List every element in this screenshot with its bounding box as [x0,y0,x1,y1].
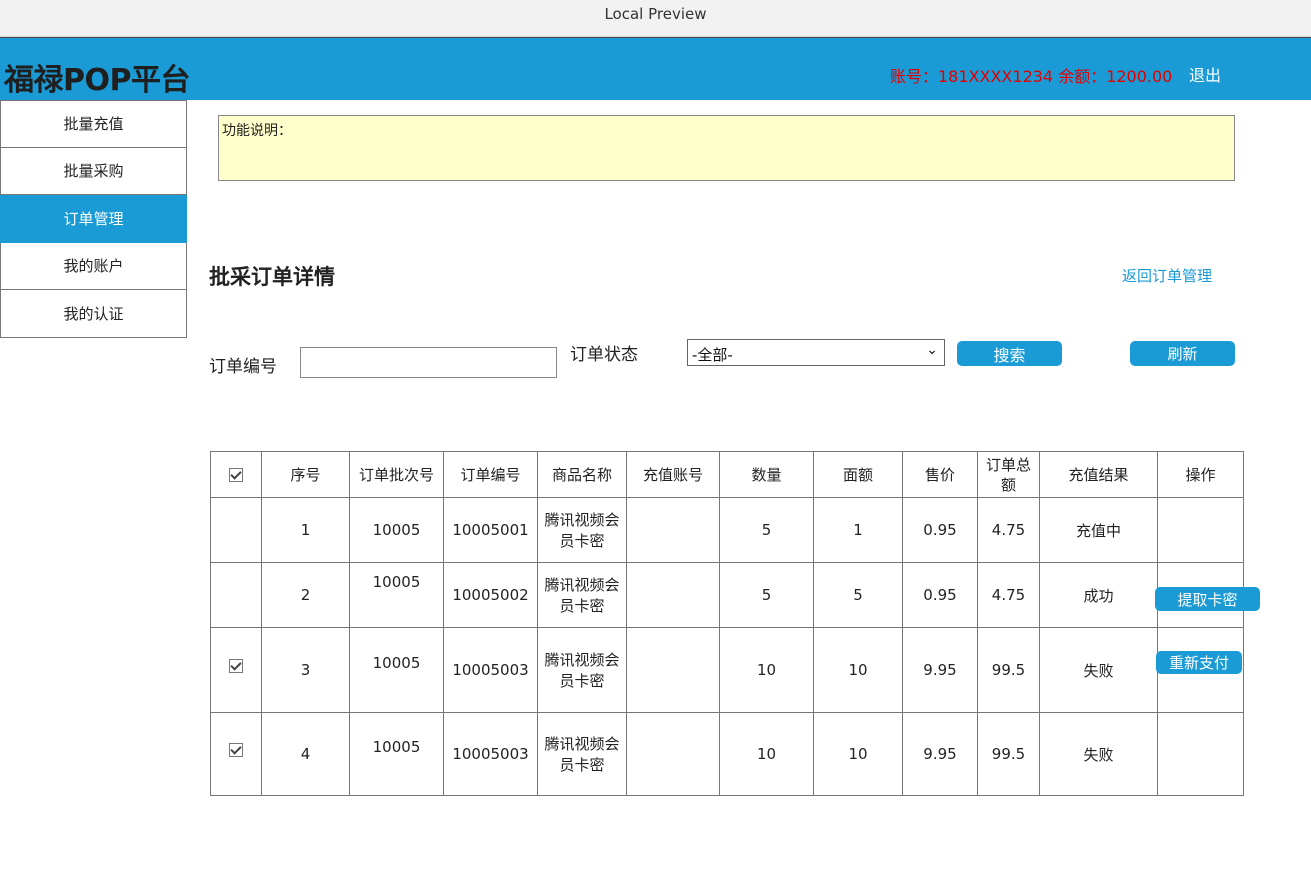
price-cell: 9.95 [902,712,978,796]
order-status-value: -全部- [692,346,733,364]
sidebar-item-batch-purchase[interactable]: 批量采购 [0,147,187,195]
order-no-input[interactable] [300,347,557,378]
order-no-label: 订单编号 [209,357,277,377]
account-cell [626,712,720,796]
price-cell: 0.95 [902,562,978,628]
qty-cell: 5 [719,497,814,563]
table-header-cell: 序号 [261,451,350,498]
table-header-cell: 商品名称 [537,451,627,498]
table-header-row: 序号 订单批次号 订单编号 商品名称 充值账号 数量 面额 售价 订单总额 充值… [210,451,1244,498]
result-cell: 充值中 [1039,497,1158,563]
product-cell: 腾讯视频会员卡密 [537,627,627,713]
window-title: Local Preview [604,5,707,23]
sidebar-item-label: 批量采购 [63,162,124,181]
product-cell: 腾讯视频会员卡密 [537,562,627,628]
face-value-cell: 10 [813,627,903,713]
face-value-cell: 1 [813,497,903,563]
page-title: 批采订单详情 [209,265,335,289]
total-cell: 4.75 [977,562,1040,628]
account-balance: 账号：181XXXX1234 余额：1200.00 [890,67,1173,86]
seq-cell: 3 [261,627,350,713]
table-row: 3 10005 10005003 腾讯视频会员卡密 10 10 9.95 99.… [210,627,1244,713]
checkbox-checked-icon[interactable] [229,658,243,673]
header-select-all[interactable] [210,451,262,498]
order-no-cell: 10005003 [443,712,538,796]
sidebar-item-label: 订单管理 [63,209,124,228]
result-cell: 成功 [1039,562,1158,628]
row-select-cell[interactable] [210,627,262,713]
seq-cell: 4 [261,712,350,796]
order-status-label: 订单状态 [570,345,638,365]
action-cell [1157,497,1244,563]
table-header-cell: 售价 [902,451,978,498]
checkbox-checked-icon[interactable] [229,742,243,757]
seq-cell: 1 [261,497,350,563]
notice-text: 功能说明： [222,123,292,139]
sidebar-item-order-management[interactable]: 订单管理 [0,195,187,243]
extract-card-secret-button[interactable]: 提取卡密 [1155,587,1260,611]
total-cell: 99.5 [977,627,1040,713]
order-no-cell: 10005003 [443,627,538,713]
batch-link[interactable]: 10005 [349,627,444,713]
sidebar-item-label: 批量充值 [63,115,124,134]
table-row: 2 10005 10005002 腾讯视频会员卡密 5 5 0.95 4.75 … [210,562,1244,628]
qty-cell: 5 [719,562,814,628]
table-header-cell: 面额 [813,451,903,498]
price-cell: 0.95 [902,497,978,563]
row-select-cell[interactable] [210,562,262,628]
table-header-cell: 订单批次号 [349,451,444,498]
action-cell [1157,712,1244,796]
table-header-cell: 订单编号 [443,451,538,498]
app-header: 福禄POP平台 账号：181XXXX1234 余额：1200.00 退出 [0,37,1311,100]
batch-link[interactable]: 10005 [349,712,444,796]
back-to-orders-link[interactable]: 返回订单管理 [1122,265,1212,286]
face-value-cell: 10 [813,712,903,796]
table-header-cell: 订单总额 [977,451,1040,498]
order-status-select[interactable]: -全部- ⌄ [687,339,945,366]
table-row: 1 10005 10005001 腾讯视频会员卡密 5 1 0.95 4.75 … [210,497,1244,563]
sidebar: 批量充值 批量采购 订单管理 我的账户 我的认证 [0,100,187,338]
order-no-cell: 10005002 [443,562,538,628]
logout-link[interactable]: 退出 [1189,62,1221,86]
table-header-cell: 数量 [719,451,814,498]
chevron-down-icon: ⌄ [926,342,938,358]
result-cell: 失败 [1039,627,1158,713]
repay-button[interactable]: 重新支付 [1156,651,1242,674]
table-row: 4 10005 10005003 腾讯视频会员卡密 10 10 9.95 99.… [210,712,1244,796]
function-notice: 功能说明： [218,115,1235,181]
sidebar-item-batch-recharge[interactable]: 批量充值 [0,100,187,148]
table-header-cell: 充值账号 [626,451,720,498]
sidebar-item-my-certification[interactable]: 我的认证 [0,290,187,338]
sidebar-item-label: 我的账户 [63,257,124,276]
search-button[interactable]: 搜索 [957,341,1062,366]
seq-cell: 2 [261,562,350,628]
order-no-cell: 10005001 [443,497,538,563]
sidebar-item-label: 我的认证 [63,304,124,323]
order-detail-table: 序号 订单批次号 订单编号 商品名称 充值账号 数量 面额 售价 订单总额 充值… [210,451,1244,796]
account-cell [626,627,720,713]
account-cell [626,497,720,563]
total-cell: 99.5 [977,712,1040,796]
table-header-cell: 充值结果 [1039,451,1158,498]
total-cell: 4.75 [977,497,1040,563]
refresh-button[interactable]: 刷新 [1130,341,1235,366]
window-titlebar: Local Preview [0,0,1311,37]
row-select-cell[interactable] [210,497,262,563]
table-header-cell: 操作 [1157,451,1244,498]
product-cell: 腾讯视频会员卡密 [537,712,627,796]
account-cell [626,562,720,628]
price-cell: 9.95 [902,627,978,713]
face-value-cell: 5 [813,562,903,628]
batch-link[interactable]: 10005 [349,497,444,563]
qty-cell: 10 [719,712,814,796]
batch-link[interactable]: 10005 [349,562,444,628]
row-select-cell[interactable] [210,712,262,796]
app-logo: 福禄POP平台 [4,63,190,98]
qty-cell: 10 [719,627,814,713]
product-cell: 腾讯视频会员卡密 [537,497,627,563]
result-cell: 失败 [1039,712,1158,796]
checkbox-checked-icon[interactable] [229,468,243,482]
sidebar-item-my-account[interactable]: 我的账户 [0,242,187,290]
